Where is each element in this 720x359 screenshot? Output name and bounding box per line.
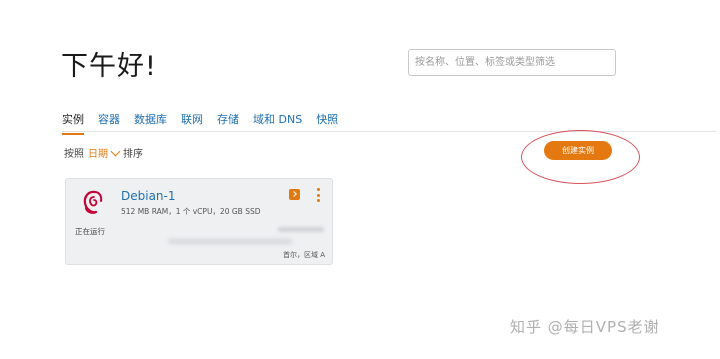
watermark: 知乎 @每日VPS老谢 xyxy=(510,318,660,336)
search-input[interactable] xyxy=(408,49,616,76)
create-instance-button[interactable]: 创建实例 xyxy=(544,141,612,160)
sort-control: 按照 日期 排序 xyxy=(64,145,143,160)
hostname-blurred xyxy=(168,239,292,244)
instance-card[interactable]: Debian-1 512 MB RAM，1 个 vCPU，20 GB SSD 正… xyxy=(65,178,333,265)
debian-logo-icon xyxy=(80,188,106,216)
instance-name-link[interactable]: Debian-1 xyxy=(121,189,176,203)
more-options-icon[interactable] xyxy=(315,188,321,202)
sort-selected-value: 日期 xyxy=(88,149,108,160)
chevron-down-icon xyxy=(110,146,121,156)
sort-prefix: 按照 xyxy=(64,149,84,160)
page-title: 下午好! xyxy=(61,51,157,82)
sort-suffix: 排序 xyxy=(123,149,143,160)
terminal-icon[interactable] xyxy=(289,189,300,200)
tab-divider xyxy=(62,131,716,132)
ip-address-blurred xyxy=(278,227,324,232)
instance-region: 首尔，区域 A xyxy=(282,251,325,259)
instance-status: 正在运行 xyxy=(75,227,105,236)
sort-dropdown[interactable]: 日期 xyxy=(88,145,121,160)
instance-specs: 512 MB RAM，1 个 vCPU，20 GB SSD xyxy=(121,207,261,216)
